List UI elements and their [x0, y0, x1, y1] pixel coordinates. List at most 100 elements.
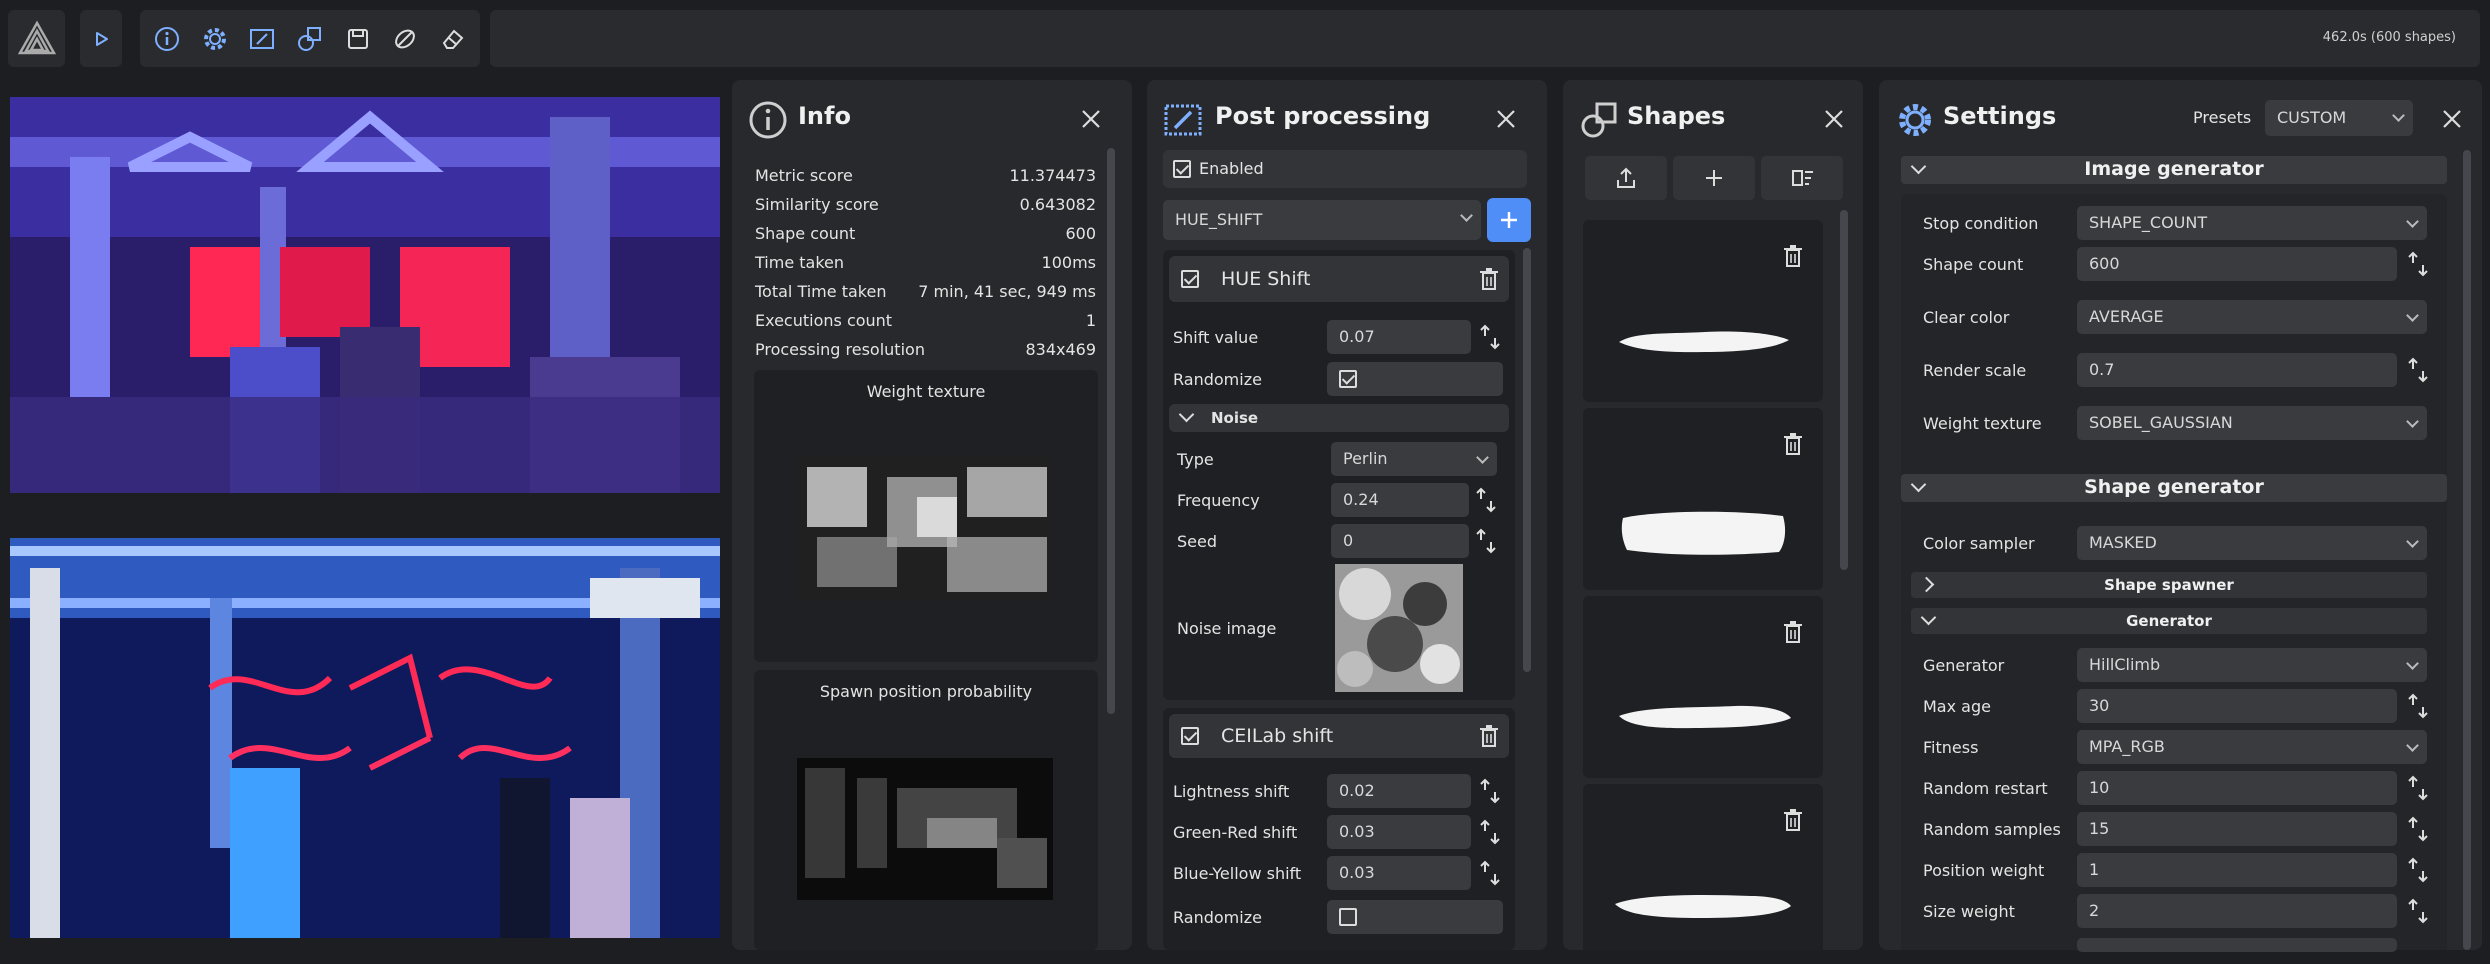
- shape-item[interactable]: [1583, 220, 1823, 402]
- stepper-icon[interactable]: [2407, 855, 2429, 885]
- enabled-toggle[interactable]: Enabled: [1163, 150, 1527, 188]
- size-weight-input[interactable]: 2: [2077, 894, 2397, 928]
- render-scale-input[interactable]: 0.7: [2077, 353, 2397, 387]
- cielab-checkbox[interactable]: [1181, 727, 1199, 745]
- seed-label: Seed: [1177, 532, 1217, 551]
- post-header: Post processing: [1147, 80, 1547, 158]
- shape-item[interactable]: [1583, 408, 1823, 590]
- shape-generator-section[interactable]: Shape generator: [1901, 474, 2447, 502]
- brush-button[interactable]: [387, 20, 425, 58]
- chevron-right-icon: [1918, 576, 1935, 593]
- shapes-button[interactable]: [291, 20, 329, 58]
- trash-icon[interactable]: [1783, 432, 1803, 456]
- save-button[interactable]: [339, 20, 377, 58]
- hue-shift-card: HUE Shift Shift value 0.07 Randomize Noi…: [1163, 250, 1515, 700]
- shift-value-input[interactable]: 0.07: [1327, 320, 1471, 354]
- trash-icon[interactable]: [1783, 244, 1803, 268]
- close-icon[interactable]: [1493, 106, 1519, 132]
- weight-texture-select[interactable]: SOBEL_GAUSSIAN: [2077, 406, 2427, 440]
- info-row-value: 7 min, 41 sec, 949 ms: [918, 282, 1096, 301]
- randomize-checkbox[interactable]: [1339, 370, 1357, 388]
- eraser-button[interactable]: [434, 20, 472, 58]
- shapes-panel: Shapes: [1563, 80, 1863, 950]
- post-processing-button[interactable]: [243, 20, 281, 58]
- stepper-icon[interactable]: [1475, 485, 1497, 515]
- cielab-randomize-label: Randomize: [1173, 908, 1262, 927]
- stepper-icon[interactable]: [1479, 817, 1501, 847]
- max-age-input[interactable]: 30: [2077, 689, 2397, 723]
- color-sampler-select[interactable]: MASKED: [2077, 526, 2427, 560]
- stepper-icon[interactable]: [2407, 691, 2429, 721]
- info-row-value: 11.374473: [1009, 166, 1096, 185]
- hue-shift-checkbox[interactable]: [1181, 270, 1199, 288]
- close-icon[interactable]: [2439, 106, 2465, 132]
- original-preview[interactable]: [10, 538, 720, 938]
- trash-icon[interactable]: [1783, 620, 1803, 644]
- random-restart-input[interactable]: 10: [2077, 771, 2397, 805]
- randomize-field[interactable]: [1327, 362, 1503, 396]
- trash-icon[interactable]: [1479, 267, 1499, 291]
- stepper-icon[interactable]: [2407, 773, 2429, 803]
- effect-select[interactable]: HUE_SHIFT: [1163, 200, 1481, 240]
- presets-select[interactable]: CUSTOM: [2265, 100, 2413, 136]
- stepper-icon[interactable]: [2407, 896, 2429, 926]
- spawn-probability-label: Spawn position probability: [819, 682, 1033, 701]
- stepper-icon[interactable]: [2407, 355, 2429, 385]
- green-red-input[interactable]: 0.03: [1327, 815, 1471, 849]
- post-scrollbar[interactable]: [1523, 248, 1531, 672]
- trash-icon[interactable]: [1479, 724, 1499, 748]
- stepper-icon[interactable]: [1479, 858, 1501, 888]
- frequency-input[interactable]: 0.24: [1331, 483, 1469, 517]
- weight-texture-card: Weight texture: [754, 370, 1098, 662]
- blue-yellow-input[interactable]: 0.03: [1327, 856, 1471, 890]
- stepper-icon[interactable]: [2407, 249, 2429, 279]
- noise-section[interactable]: Noise: [1169, 404, 1509, 432]
- shapes-scrollbar[interactable]: [1840, 210, 1848, 570]
- shape-item[interactable]: [1583, 596, 1823, 778]
- settings-scrollbar[interactable]: [2463, 150, 2471, 950]
- fitness-select[interactable]: MPA_RGB: [2077, 730, 2427, 764]
- seed-input[interactable]: 0: [1331, 524, 1469, 558]
- shape-item[interactable]: [1583, 784, 1823, 950]
- clear-color-select[interactable]: AVERAGE: [2077, 300, 2427, 334]
- enabled-checkbox[interactable]: [1173, 160, 1191, 178]
- add-shape-button[interactable]: [1673, 156, 1755, 200]
- add-effect-button[interactable]: [1487, 198, 1531, 242]
- status-bar: 462.0s (600 shapes): [490, 10, 2480, 67]
- image-generator-section[interactable]: Image generator: [1901, 156, 2447, 184]
- close-icon[interactable]: [1821, 106, 1847, 132]
- position-weight-input[interactable]: 1: [2077, 853, 2397, 887]
- cielab-randomize-checkbox[interactable]: [1339, 908, 1357, 926]
- play-button[interactable]: [82, 20, 120, 58]
- cielab-card: CEILab shift Lightness shift 0.02 Green-…: [1163, 708, 1515, 950]
- export-shapes-button[interactable]: [1585, 156, 1667, 200]
- shape-count-label: Shape count: [1923, 255, 2024, 274]
- info-button[interactable]: [148, 20, 186, 58]
- chevron-down-icon: [1910, 158, 1927, 175]
- type-select[interactable]: Perlin: [1331, 442, 1497, 476]
- generator-subsection[interactable]: Generator: [1911, 608, 2427, 634]
- info-scrollbar[interactable]: [1107, 148, 1115, 714]
- stepper-icon[interactable]: [2407, 814, 2429, 844]
- clear-list-icon: [1792, 170, 1813, 186]
- next-field-partial[interactable]: [2077, 938, 2397, 952]
- info-panel: Info Metric score 11.374473 Similarity sco…: [732, 80, 1132, 950]
- cielab-randomize-field[interactable]: [1327, 900, 1503, 934]
- stepper-icon[interactable]: [1479, 776, 1501, 806]
- render-scale-label: Render scale: [1923, 361, 2027, 380]
- trash-icon[interactable]: [1783, 808, 1803, 832]
- generator-select[interactable]: HillClimb: [2077, 648, 2427, 682]
- stop-condition-select[interactable]: SHAPE_COUNT: [2077, 206, 2427, 240]
- random-samples-input[interactable]: 15: [2077, 812, 2397, 846]
- info-row-label: Metric score: [755, 166, 853, 185]
- clear-shapes-button[interactable]: [1761, 156, 1843, 200]
- close-icon[interactable]: [1078, 106, 1104, 132]
- stepper-icon[interactable]: [1479, 322, 1501, 352]
- generated-preview[interactable]: [10, 97, 720, 493]
- stepper-icon[interactable]: [1475, 526, 1497, 556]
- lightness-input[interactable]: 0.02: [1327, 774, 1471, 808]
- shape-count-input[interactable]: 600: [2077, 247, 2397, 281]
- shape-spawner-section[interactable]: Shape spawner: [1911, 572, 2427, 598]
- info-row-value: 100ms: [1041, 253, 1096, 272]
- settings-button[interactable]: [196, 20, 234, 58]
